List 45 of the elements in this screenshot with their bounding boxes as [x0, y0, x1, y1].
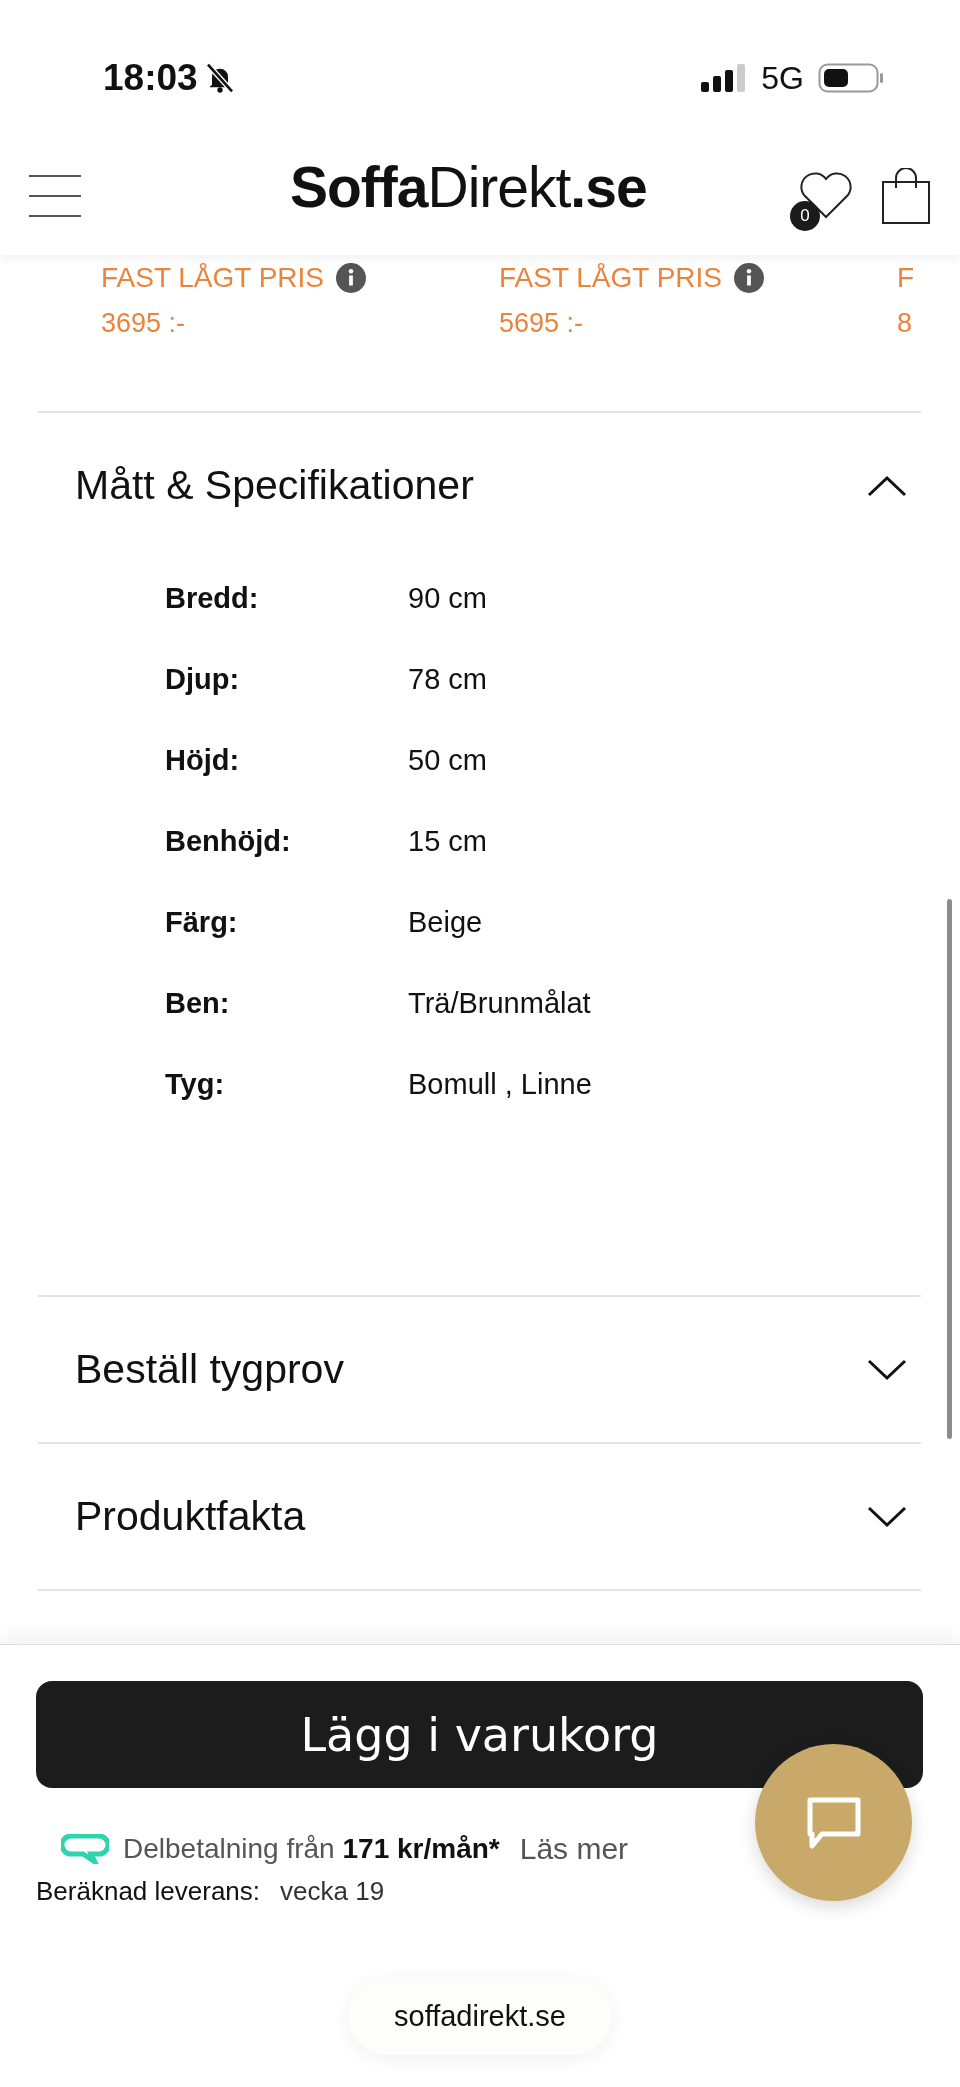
spec-value: 78 cm — [408, 663, 487, 696]
spec-label: Djup: — [165, 663, 241, 696]
spec-value: 50 cm — [408, 744, 487, 777]
spec-label: Bredd: — [165, 582, 260, 615]
spec-label: Höjd: — [165, 744, 241, 777]
status-time: 18:03 — [103, 57, 198, 99]
accordion-title[interactable]: Beställ tygprov — [75, 1346, 344, 1393]
info-icon[interactable] — [336, 263, 367, 293]
product-price: 5695 :- — [499, 308, 585, 339]
installment-text: Delbetalning från 171 kr/mån* — [123, 1833, 500, 1865]
scrollbar[interactable] — [947, 899, 952, 1439]
spec-label: Färg: — [165, 906, 239, 939]
address-bar[interactable]: soffadirekt.se — [348, 1977, 612, 2055]
chat-icon — [805, 1795, 862, 1850]
price-label: F — [897, 262, 915, 294]
spec-label: Tyg: — [165, 1068, 226, 1101]
wishlist-count-badge: 0 — [790, 201, 820, 231]
chevron-down-icon[interactable] — [867, 1505, 907, 1528]
chevron-down-icon[interactable] — [867, 1358, 907, 1381]
signal-icon — [701, 64, 748, 92]
battery-icon — [818, 63, 884, 93]
product-price: 8 — [897, 308, 914, 339]
menu-icon[interactable] — [29, 175, 81, 217]
spec-value: Bomull , Linne — [408, 1068, 592, 1101]
chevron-up-icon[interactable] — [867, 474, 907, 497]
delivery-value: vecka 19 — [280, 1876, 385, 1907]
network-label: 5G — [761, 59, 804, 97]
payment-logo-icon — [61, 1834, 109, 1864]
spec-value: 15 cm — [408, 825, 487, 858]
spec-value: Trä/Brunmålat — [408, 987, 591, 1020]
shopping-bag-icon[interactable] — [882, 168, 930, 224]
spec-value: Beige — [408, 906, 483, 939]
price-label: FAST LÅGT PRIS — [101, 262, 325, 294]
spec-value: 90 cm — [408, 582, 487, 615]
price-label: FAST LÅGT PRIS — [499, 262, 723, 294]
add-to-cart-button[interactable]: Lägg i varukorg — [36, 1681, 923, 1788]
accordion-title[interactable]: Mått & Specifikationer — [75, 462, 474, 509]
product-price: 3695 :- — [101, 308, 187, 339]
site-logo[interactable]: SoffaDirekt.se — [290, 154, 647, 220]
spec-label: Benhöjd: — [165, 825, 292, 858]
read-more-link[interactable]: Läs mer — [519, 1832, 629, 1866]
accordion-title[interactable]: Produktfakta — [75, 1493, 306, 1540]
spec-label: Ben: — [165, 987, 231, 1020]
info-icon[interactable] — [734, 263, 765, 293]
delivery-label: Beräknad leverans: — [36, 1876, 261, 1907]
